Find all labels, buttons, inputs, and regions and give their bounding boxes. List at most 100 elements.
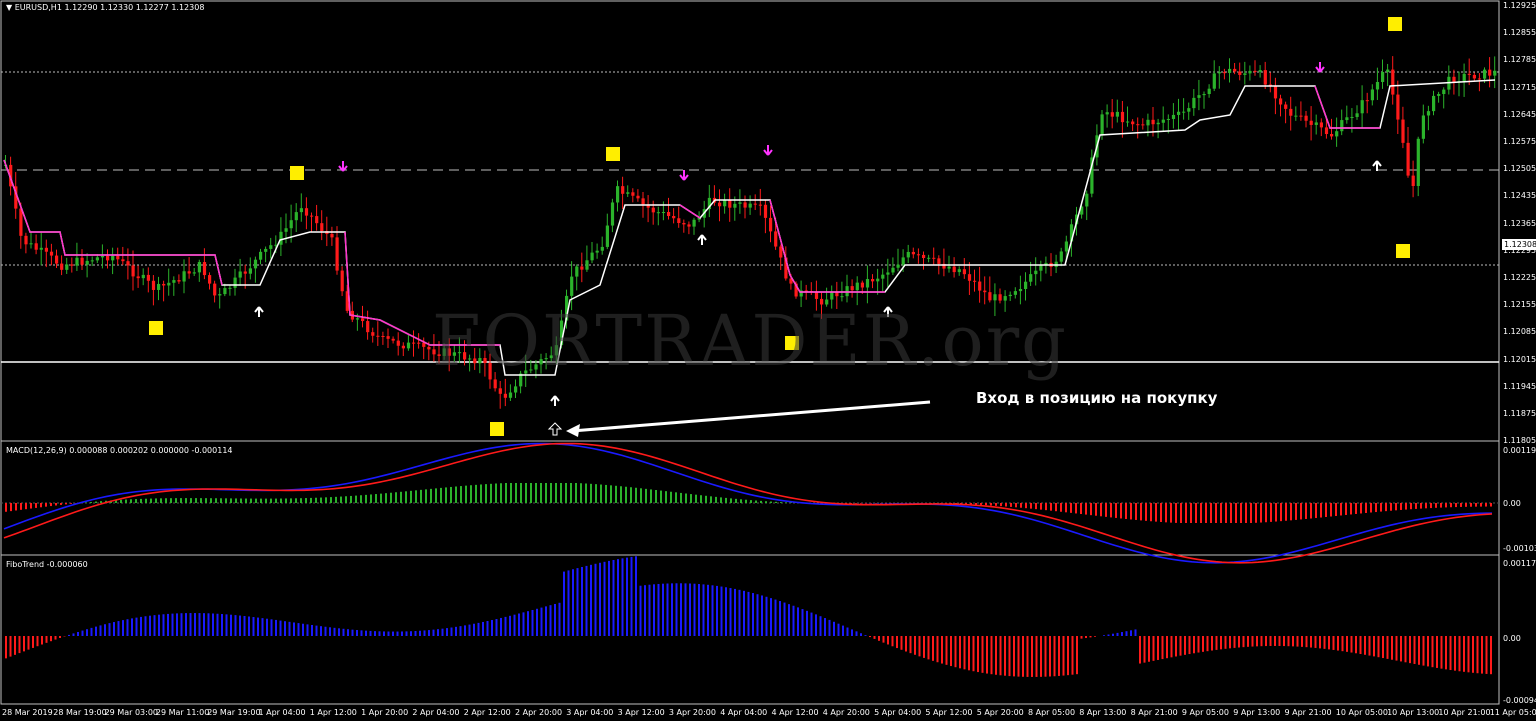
sell-arrow-icon [679,170,689,181]
candle-body [269,245,273,249]
candle-body [580,266,584,270]
candle-body [1253,70,1257,72]
axis-label: -0.001036 [1503,544,1536,553]
candle-body [1299,115,1303,117]
candle-body [595,250,599,253]
candle-body [1294,115,1298,117]
candle-body [85,260,89,265]
candle-body [1289,108,1293,116]
candle-body [1222,72,1227,74]
candle-body [1493,70,1497,76]
time-label: 5 Apr 04:00 [874,708,922,717]
candle-body [177,280,181,282]
candle-body [1024,281,1028,290]
candle-body [111,255,115,261]
candle-body [126,261,130,266]
candle-body [253,259,258,269]
candle-body [1105,112,1109,115]
candle-body [508,392,513,398]
axis-label: 1.12575 [1503,137,1536,146]
candle-body [682,223,686,225]
candle-body [1207,88,1211,95]
candle-body [1467,73,1471,75]
candle-body [983,290,987,293]
axis-label: -0.000945 [1503,696,1536,705]
fibotrend-title: FiboTrend -0.000060 [6,560,88,569]
time-label: 1 Apr 04:00 [258,708,306,717]
time-label: 10 Apr 21:00 [1438,708,1491,717]
candle-body [80,257,84,265]
candle-body [840,296,844,298]
candle-body [1340,120,1344,132]
signal-box [149,321,163,335]
candle-body [1330,134,1334,137]
sell-arrow-icon [763,145,773,156]
candle-body [753,203,757,205]
entry-pointer-line [571,400,931,433]
candle-body [304,208,309,216]
time-label: 9 Apr 21:00 [1284,708,1332,717]
candle-body [672,215,676,219]
candle-body [417,342,421,344]
candle-body [366,321,370,333]
candle-body [769,217,773,232]
candle-body [1411,175,1415,186]
candle-body [916,254,921,256]
candle-body [1416,138,1420,186]
candle-body [391,338,395,341]
time-label: 5 Apr 20:00 [976,708,1024,717]
time-label: 28 Mar 2019 [2,708,53,717]
symbol-info-text: EURUSD,H1 1.12290 1.12330 1.12277 1.1230… [14,3,205,12]
candle-body [197,262,201,273]
candle-body [743,202,747,208]
candle-body [106,255,110,261]
candle-body [651,207,655,213]
candle-body [1365,100,1369,102]
signal-box [1388,17,1402,31]
time-label: 4 Apr 12:00 [771,708,819,717]
axis-label: 0.00 [1503,634,1521,643]
candle-body [814,292,819,299]
candle-body [422,342,426,347]
time-label: 4 Apr 04:00 [720,708,768,717]
time-label: 11 Apr 05:00 [1489,708,1536,717]
candle-body [228,287,232,289]
time-label: 4 Apr 20:00 [822,708,870,717]
axis-label: 1.12435 [1503,191,1536,201]
candle-body [1335,131,1339,137]
candle-body [514,386,518,393]
candle-body [1192,97,1196,109]
buy-arrow-icon [254,306,264,317]
candle-body [361,318,365,322]
axis-label: 1.11945 [1503,381,1536,391]
buy-arrow-icon [697,234,707,245]
candle-body [24,235,28,245]
candle-body [845,286,849,297]
candle-body [865,279,870,288]
candle-body [29,243,33,245]
candle-body [1131,121,1135,125]
axis-label: 1.12505 [1503,164,1536,174]
candle-body [146,274,150,281]
candle-body [1319,122,1323,128]
candle-body [44,247,48,252]
candle-body [1284,104,1288,109]
candle-body [233,277,237,288]
candle-body [733,203,737,208]
hollow-up-arrow-icon [547,422,563,436]
candle-body [952,266,956,273]
candle-body [585,260,589,270]
candle-body [1472,74,1476,79]
candle-body [243,271,247,274]
axis-label: 1.12645 [1503,109,1536,119]
candle-body [1039,265,1043,271]
candle-body [1156,122,1160,125]
candle-body [503,393,507,398]
candle-body [937,258,941,264]
entry-pointer-head-icon [566,424,580,437]
candle-body [1370,89,1374,101]
candle-body [49,251,54,256]
axis-label: 1.12785 [1503,55,1536,65]
axis-label: 1.12225 [1503,273,1536,282]
candle-body [19,208,23,236]
